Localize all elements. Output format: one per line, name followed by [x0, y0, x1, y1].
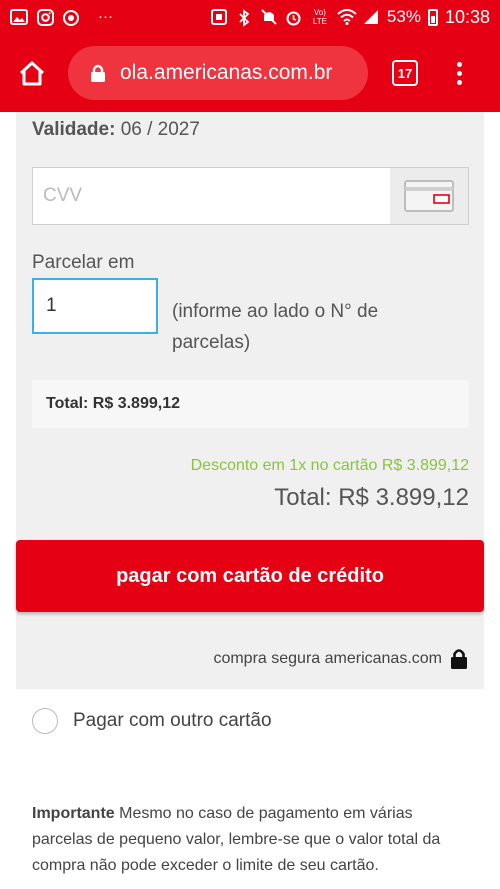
important-title: Importante — [32, 805, 115, 822]
status-bar: ··· Vo) LTE 53% 10:38 — [0, 0, 500, 34]
other-card-label: Pagar com outro cartão — [73, 710, 272, 731]
more-menu-icon[interactable] — [454, 61, 464, 85]
pay-button-label: pagar com cartão de crédito — [116, 564, 384, 587]
nfc-icon — [210, 9, 228, 25]
cvv-card-icon-box — [390, 168, 468, 224]
home-icon — [19, 61, 45, 86]
parcelas-input[interactable] — [32, 278, 158, 334]
important-notice: Importante Mesmo no caso de pagamento em… — [32, 801, 472, 879]
parcelar-label: Parcelar em — [32, 252, 135, 273]
total-summary-box: Total: R$ 3.899,12 — [32, 380, 469, 428]
validade-row: Validade: 06 / 2027 — [32, 119, 200, 141]
alarm-icon — [285, 9, 303, 26]
home-button[interactable] — [0, 34, 64, 112]
discount-text: Desconto em 1x no cartão R$ 3.899,12 — [190, 457, 469, 474]
other-card-radio[interactable] — [32, 708, 58, 734]
padlock-icon — [451, 649, 467, 669]
cvv-field — [32, 167, 469, 225]
battery-icon — [427, 8, 438, 26]
status-left-icons: ··· — [10, 8, 113, 26]
image-icon — [10, 9, 28, 25]
total-summary-text: Total: R$ 3.899,12 — [46, 395, 180, 412]
status-right-icons: Vo) LTE 53% 10:38 — [210, 7, 490, 28]
total-amount: Total: R$ 3.899,12 — [274, 484, 469, 511]
lock-icon — [91, 64, 105, 82]
mute-icon — [260, 9, 278, 25]
parcelas-hint: (informe ao lado o N° de parcelas) — [172, 301, 379, 353]
tab-switcher-button[interactable]: 17 — [392, 60, 418, 86]
cvv-input[interactable] — [33, 168, 390, 224]
pay-with-credit-card-button[interactable]: pagar com cartão de crédito — [16, 540, 484, 612]
volte-label: Vo) LTE — [312, 8, 327, 26]
secure-text: compra segura americanas.com — [213, 650, 442, 667]
secure-purchase-note: compra segura americanas.com — [213, 648, 468, 670]
clock: 10:38 — [444, 6, 490, 27]
wifi-icon — [337, 9, 357, 25]
url-text: ola.americanas.com.br — [120, 61, 333, 84]
bluetooth-icon — [235, 9, 253, 27]
other-card-option[interactable]: Pagar com outro cartão — [32, 708, 272, 734]
whatsapp-icon — [62, 9, 80, 26]
url-bar[interactable]: ola.americanas.com.br — [68, 46, 368, 100]
validade-label: Validade: — [32, 119, 116, 140]
validade-value: 06 / 2027 — [120, 119, 200, 140]
instagram-icon — [36, 9, 54, 26]
card-back-icon — [404, 180, 454, 212]
browser-toolbar: ola.americanas.com.br 17 — [0, 34, 500, 112]
signal-icon — [362, 9, 380, 25]
overflow-notification-icon: ··· — [98, 8, 113, 25]
battery-percent: 53% — [386, 7, 421, 26]
